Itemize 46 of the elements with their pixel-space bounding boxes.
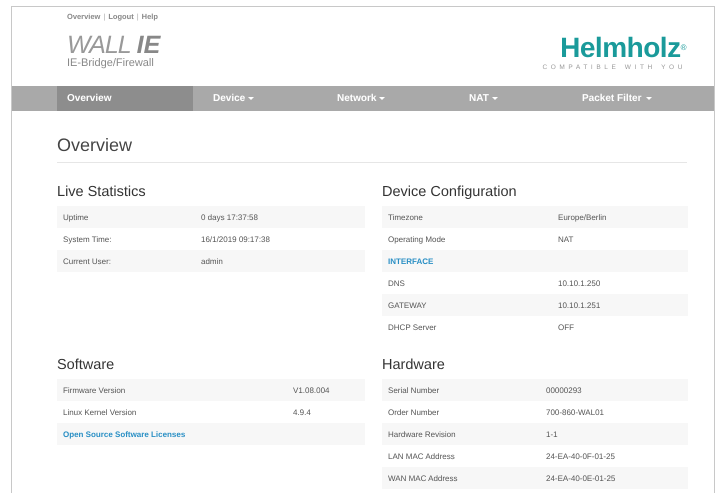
section-title: Software bbox=[57, 356, 116, 374]
table-cell-text: Current User: bbox=[63, 256, 112, 266]
table-cell-text: Hardware Revision bbox=[388, 430, 457, 438]
nav-tab[interactable]: Device bbox=[203, 86, 327, 111]
table-cell-text: LAN MAC Address bbox=[388, 452, 456, 460]
product-name: WALL bbox=[67, 31, 131, 59]
table-cell-text: OFF bbox=[558, 322, 575, 332]
table-cell-text: 0 days 17:37:58 bbox=[201, 212, 259, 222]
table-cell-text: DNS bbox=[388, 278, 406, 288]
brand-logo: Helmholz$^{®}$ bbox=[559, 34, 686, 62]
section-title: Device Configuration bbox=[382, 183, 518, 201]
table-cell-text: NAT bbox=[558, 234, 574, 244]
table-cell-text: Order Number bbox=[388, 408, 440, 416]
table-cell-text: Serial Number bbox=[388, 386, 440, 394]
nav-tab[interactable]: Packet Filter bbox=[572, 86, 692, 111]
table-cell-text: Europe/Berlin bbox=[558, 212, 608, 222]
table-cell-text: 24-EA-40-0F-01-25 bbox=[546, 452, 616, 460]
table-cell-text: GATEWAY bbox=[388, 300, 428, 310]
table-cell-text: 24-EA-40-0E-01-25 bbox=[546, 474, 616, 482]
nav-tab[interactable]: Overview bbox=[57, 86, 193, 111]
table-cell-text: System Time: bbox=[63, 234, 112, 244]
table-cell-text: Timezone bbox=[388, 212, 424, 222]
table-cell-text: 10.10.1.250 bbox=[558, 278, 602, 288]
nav-tab[interactable]: Network bbox=[327, 86, 459, 111]
table-cell-text: 16/1/2019 09:17:38 bbox=[201, 234, 271, 244]
table-cell-text: 10.10.1.251 bbox=[558, 300, 602, 310]
table-cell-text: 700-860-WAL01 bbox=[546, 408, 605, 416]
nav-tab[interactable]: NAT bbox=[459, 86, 572, 111]
page-title: Overview bbox=[57, 135, 687, 163]
table-cell-text: Uptime bbox=[63, 212, 90, 222]
table-cell-text: 1-1 bbox=[546, 430, 559, 438]
licenses-link[interactable]: Open Source Software Licenses bbox=[63, 430, 365, 438]
table-cell-text: Linux Kernel Version bbox=[63, 408, 138, 416]
product-subtitle: IE-Bridge/Firewall bbox=[67, 57, 155, 69]
table-cell-text: admin bbox=[201, 256, 224, 266]
product-name-suffix: IE bbox=[136, 31, 160, 59]
section-title: Live Statistics bbox=[57, 183, 147, 201]
section-title: Hardware bbox=[382, 356, 446, 374]
table-cell-text: Operating Mode bbox=[388, 234, 446, 244]
table-cell-text: Firmware Version bbox=[63, 386, 126, 394]
table-cell-text: 4.9.4 bbox=[293, 408, 312, 416]
group-heading: INTERFACE bbox=[388, 256, 434, 266]
table-cell-text: WAN MAC Address bbox=[388, 474, 458, 482]
table-cell-text: 00000293 bbox=[546, 386, 583, 394]
table-cell-text: DHCP Server bbox=[388, 322, 438, 332]
table-cell-text: V1.08.004 bbox=[293, 386, 330, 394]
